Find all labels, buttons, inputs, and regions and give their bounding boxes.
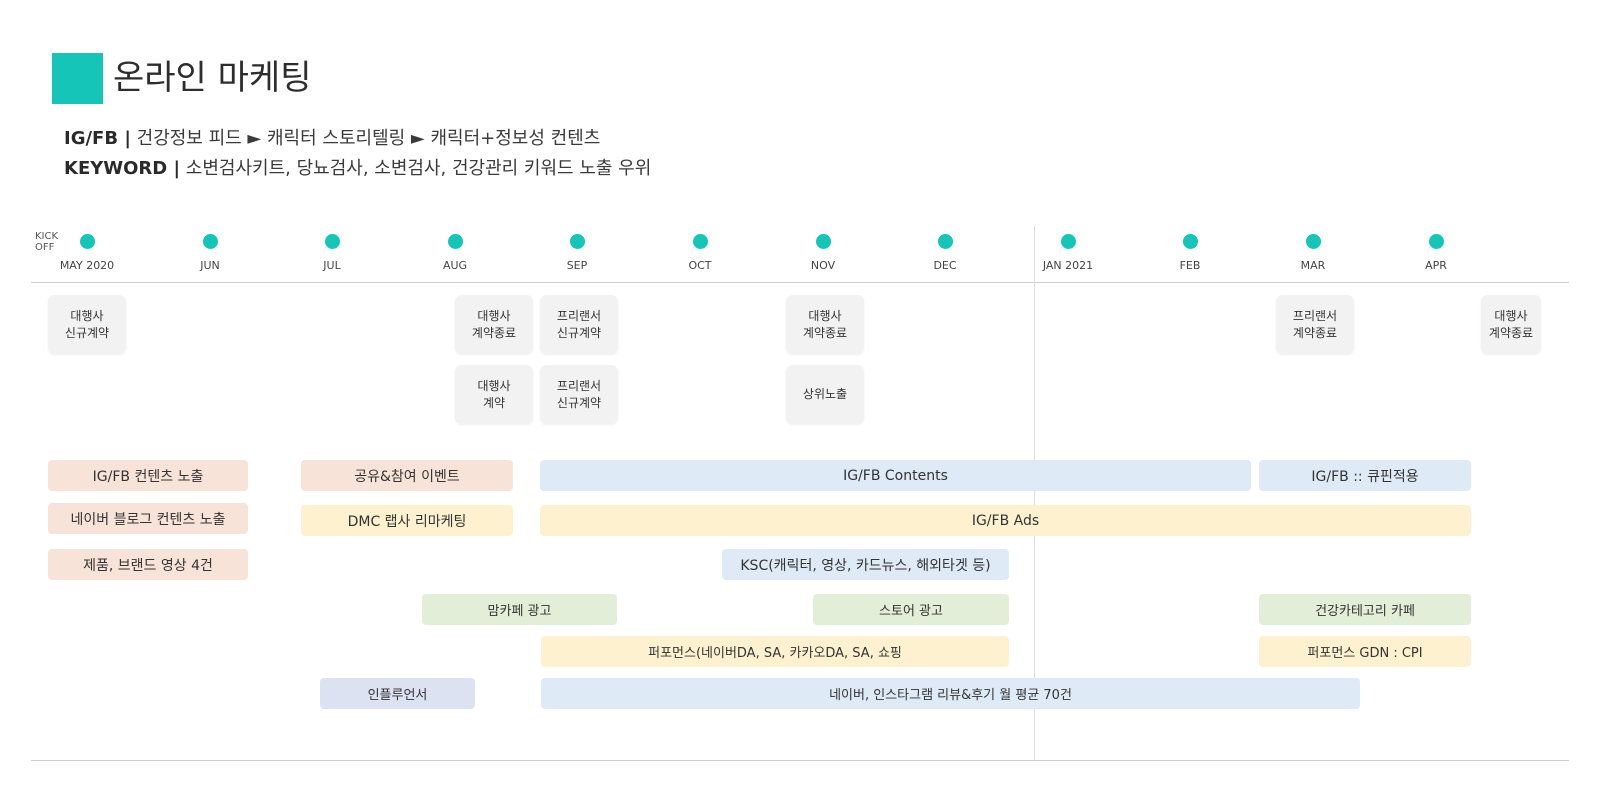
month-label: APR [1425, 259, 1447, 272]
month-label: JUL [323, 259, 341, 272]
subtitle-keyword-key: KEYWORD | [64, 158, 181, 179]
bottom-divider [31, 760, 1569, 761]
activity-bar: 건강카테고리 카페 [1259, 594, 1471, 625]
month-label: DEC [933, 259, 957, 272]
activity-bar: 퍼포먼스(네이버DA, SA, 카카오DA, SA, 쇼핑 [541, 636, 1009, 667]
title-color-block [52, 53, 103, 104]
subtitle-keyword-text: 소변검사키트, 당뇨검사, 소변검사, 건강관리 키워드 노출 우위 [180, 158, 652, 179]
activity-bar: IG/FB Ads [540, 505, 1471, 536]
activity-bar: IG/FB :: 큐핀적용 [1259, 460, 1471, 491]
timeline-dot [1061, 234, 1076, 249]
activity-bar: 인플루언서 [320, 678, 475, 709]
timeline-dot [203, 234, 218, 249]
timeline-dot [448, 234, 463, 249]
month-label: MAR [1300, 259, 1326, 272]
timeline-divider [31, 282, 1569, 283]
month-label: JUN [200, 259, 220, 272]
activity-bar: 제품, 브랜드 영상 4건 [48, 549, 248, 580]
month-label: MAY 2020 [59, 259, 115, 272]
timeline-dot [938, 234, 953, 249]
month-label: FEB [1179, 259, 1201, 272]
month-label: AUG [442, 259, 468, 272]
month-label: SEP [566, 259, 588, 272]
timeline-dot [693, 234, 708, 249]
milestone-card: 프리랜서 계약종료 [1276, 295, 1354, 354]
activity-bar: KSC(캐릭터, 영상, 카드뉴스, 해외타겟 등) [722, 549, 1009, 580]
milestone-card: 대행사 계약 [455, 365, 533, 424]
milestone-card: 대행사 계약종료 [455, 295, 533, 354]
month-label: NOV [810, 259, 836, 272]
milestone-card: 대행사 계약종료 [1481, 295, 1541, 354]
subtitle-igfb: IG/FB | 건강정보 피드 ► 캐릭터 스토리텔링 ► 캐릭터+정보성 컨텐… [64, 127, 600, 151]
subtitle-igfb-text: 건강정보 피드 ► 캐릭터 스토리텔링 ► 캐릭터+정보성 컨텐츠 [130, 128, 601, 149]
timeline-dot [325, 234, 340, 249]
timeline-dot [570, 234, 585, 249]
timeline-dot [1306, 234, 1321, 249]
subtitle-keyword: KEYWORD | 소변검사키트, 당뇨검사, 소변검사, 건강관리 키워드 노… [64, 157, 651, 181]
month-label: JAN 2021 [1042, 259, 1094, 272]
milestone-card: 프리랜서 신규계약 [540, 295, 618, 354]
activity-bar: 맘카페 광고 [422, 594, 617, 625]
activity-bar: 네이버, 인스타그램 리뷰&후기 월 평균 70건 [541, 678, 1360, 709]
subtitle-igfb-key: IG/FB | [64, 128, 131, 149]
month-label: OCT [688, 259, 712, 272]
activity-bar: IG/FB 컨텐츠 노출 [48, 460, 248, 491]
page-title: 온라인 마케팅 [113, 58, 312, 98]
activity-bar: IG/FB Contents [540, 460, 1251, 491]
timeline-dot [816, 234, 831, 249]
timeline-dot [80, 234, 95, 249]
activity-bar: 퍼포먼스 GDN : CPI [1259, 636, 1471, 667]
milestone-card: 대행사 계약종료 [786, 295, 864, 354]
milestone-card: 프리랜서 신규계약 [540, 365, 618, 424]
milestone-card: 대행사 신규계약 [48, 295, 126, 354]
timeline-dot [1429, 234, 1444, 249]
activity-bar: 공유&참여 이벤트 [301, 460, 513, 491]
activity-bar: 스토어 광고 [813, 594, 1009, 625]
timeline-dot [1183, 234, 1198, 249]
activity-bar: 네이버 블로그 컨텐츠 노출 [48, 503, 248, 534]
kickoff-label: KICK OFF [35, 231, 59, 253]
milestone-card: 상위노출 [786, 365, 864, 424]
activity-bar: DMC 랩사 리마케팅 [301, 505, 513, 536]
